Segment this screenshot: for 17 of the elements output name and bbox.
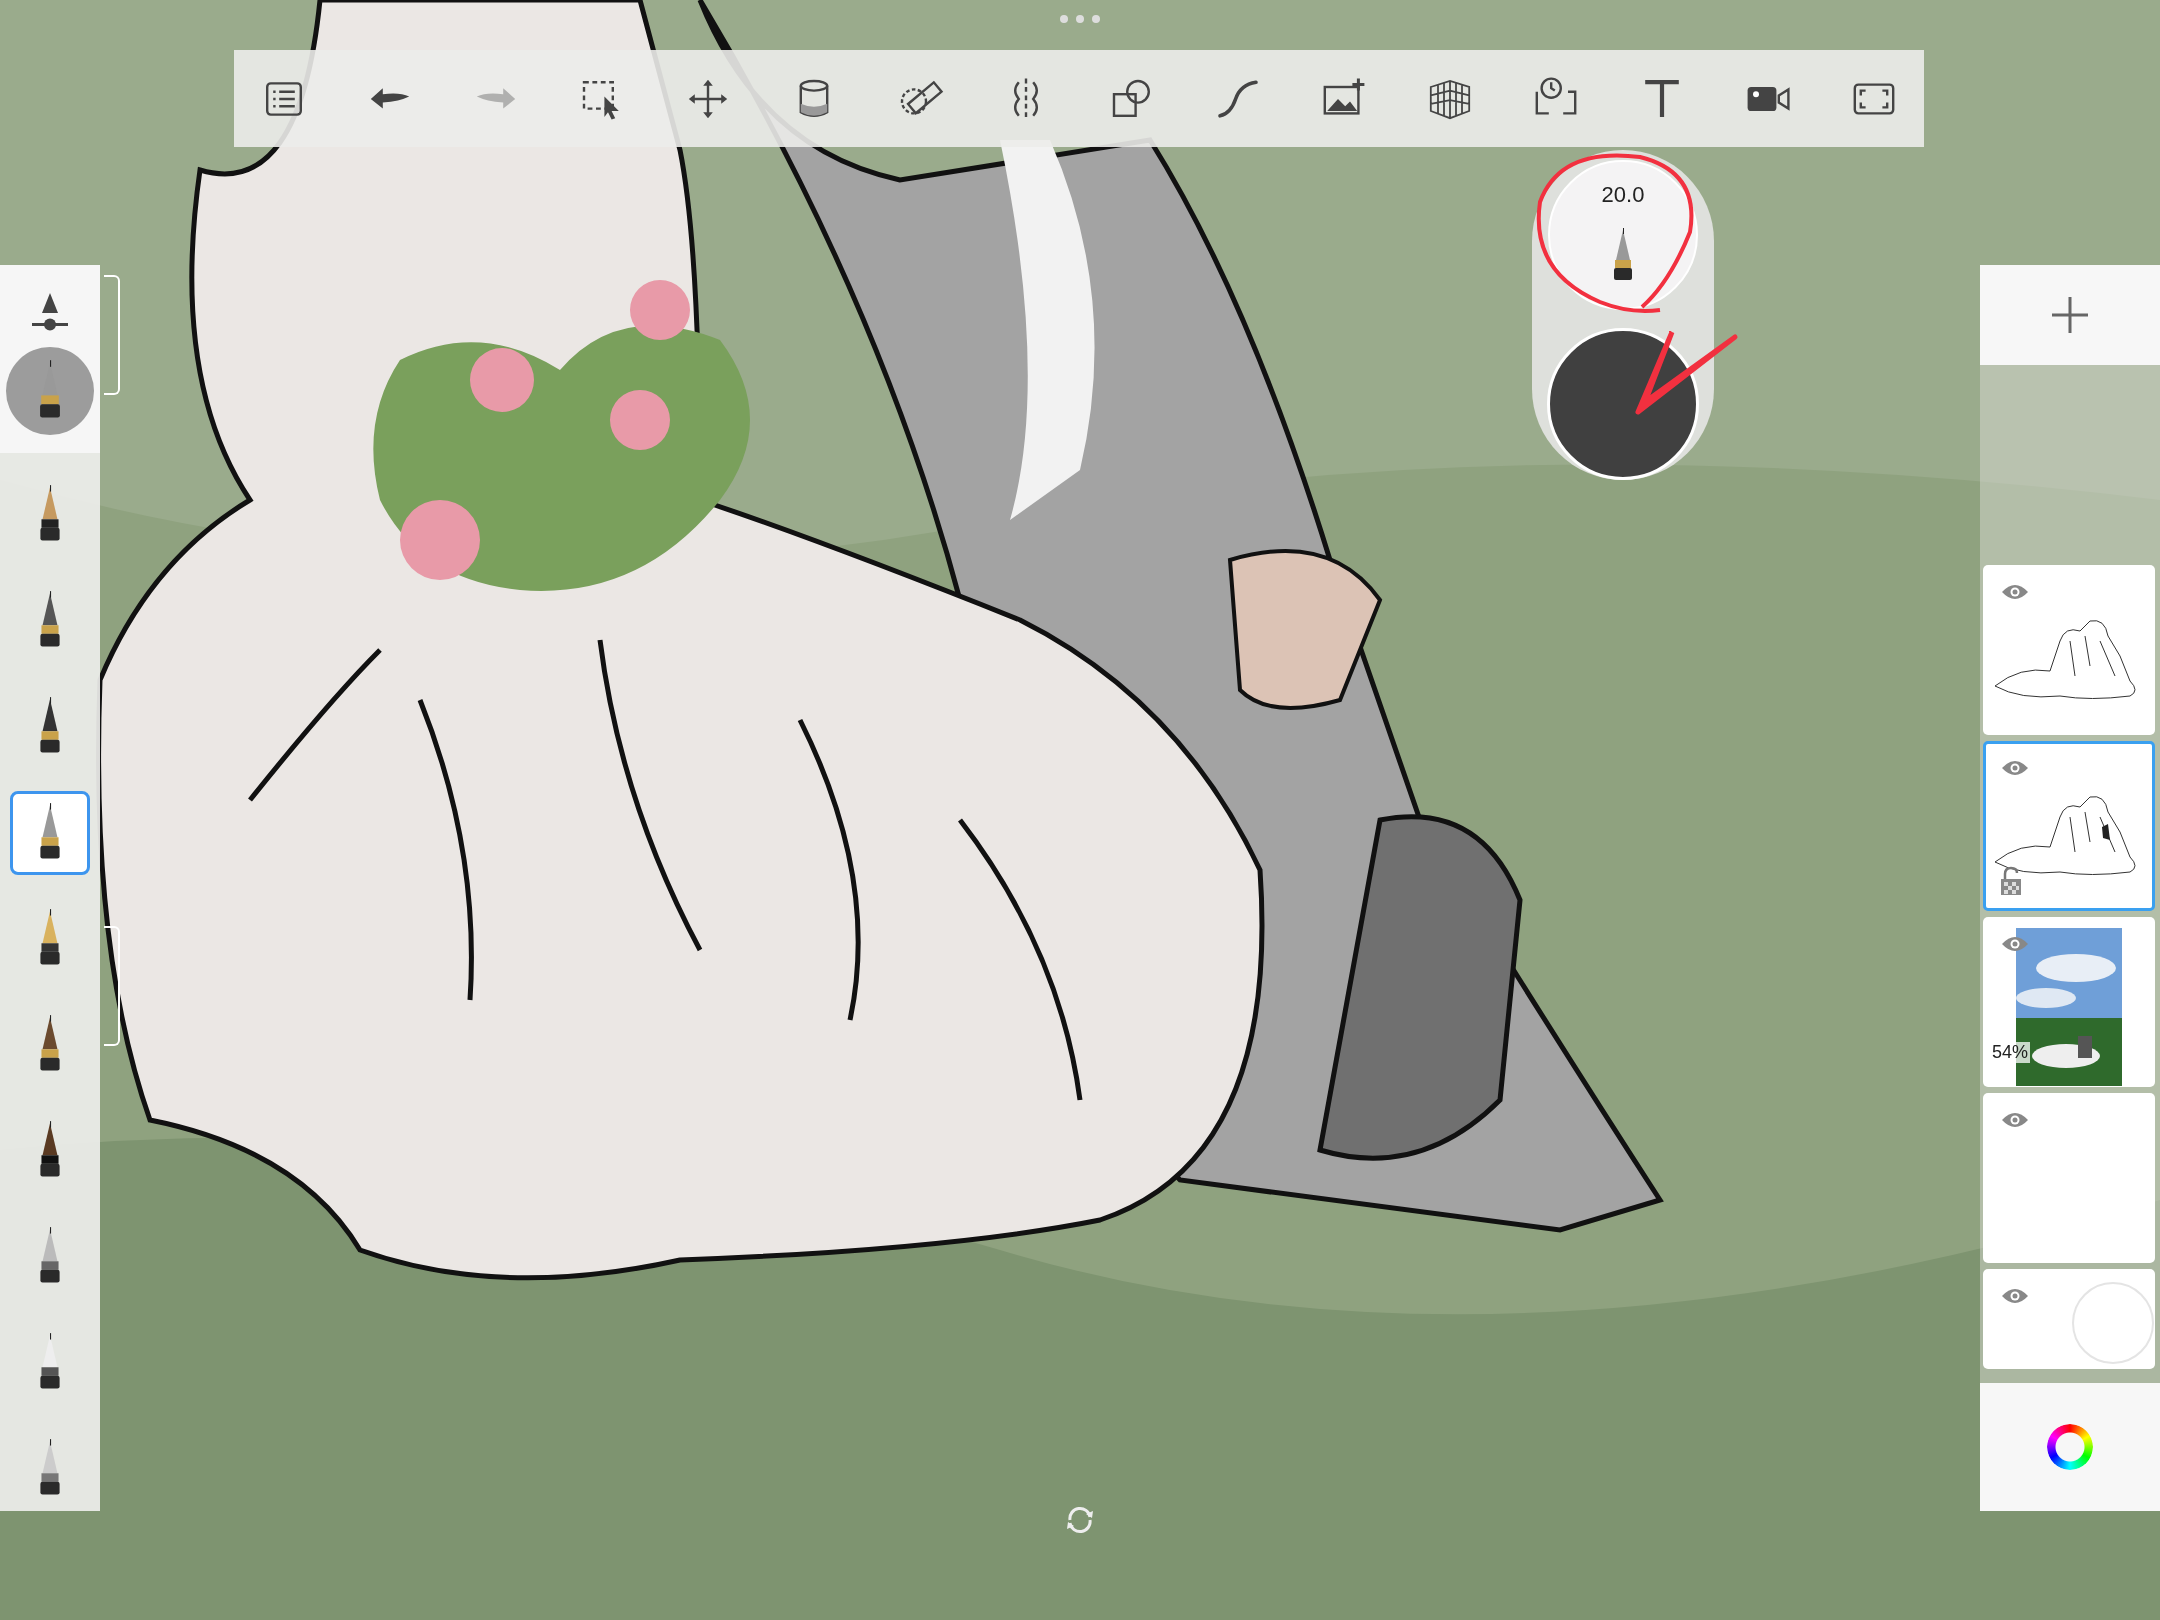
brush-button[interactable] bbox=[10, 791, 90, 875]
drag-handle-icon[interactable] bbox=[1058, 14, 1102, 24]
eye-icon[interactable] bbox=[2000, 582, 2030, 602]
layer-opacity: 54% bbox=[1990, 1042, 2031, 1063]
rotate-icon[interactable] bbox=[1064, 1504, 1096, 1536]
layer-card[interactable] bbox=[1983, 565, 2155, 735]
eye-icon[interactable] bbox=[2000, 758, 2030, 778]
padlock-icon[interactable] bbox=[2000, 866, 2022, 896]
color-wheel-button[interactable] bbox=[2047, 1424, 2093, 1470]
eye-icon[interactable] bbox=[2000, 934, 2030, 954]
eye-icon[interactable] bbox=[2000, 1110, 2030, 1130]
brush-size-button[interactable]: 20.0 bbox=[1548, 160, 1698, 310]
plus-icon bbox=[2050, 295, 2090, 335]
eye-icon[interactable] bbox=[2000, 1286, 2030, 1306]
layer-card[interactable] bbox=[1983, 741, 2155, 911]
panel-tab[interactable] bbox=[104, 926, 120, 1046]
layer-card[interactable]: 54% bbox=[1983, 917, 2155, 1087]
